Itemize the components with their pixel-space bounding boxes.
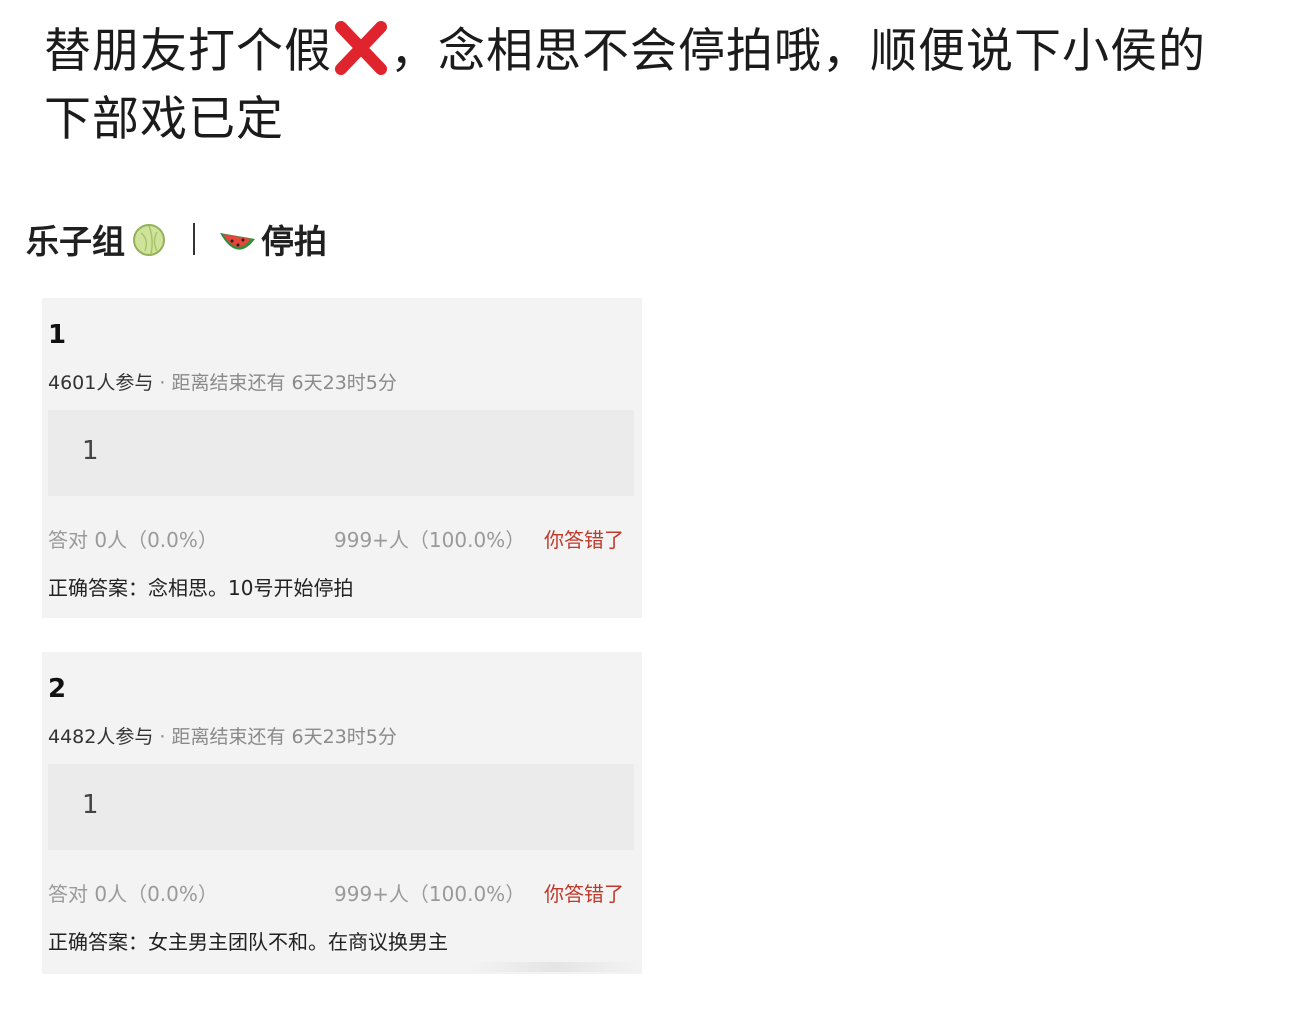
question-meta: 4482人参与 · 距离结束还有 6天23时5分 [48,722,397,749]
question-meta: 4601人参与 · 距离结束还有 6天23时5分 [48,368,397,395]
question-number: 1 [48,320,67,350]
post-text-part-1: 替朋友打个假 [44,24,332,79]
deadline-text: 距离结束还有 6天23时5分 [171,726,397,748]
correct-stat: 答对 0人（0.0%） [48,882,218,906]
quiz-card: 1 4601人参与 · 距离结束还有 6天23时5分 1 答对 0人（0.0%）… [42,298,642,618]
other-stat: 999+人（100.0%） [334,528,526,552]
answer-option[interactable]: 1 [48,410,634,496]
melon-icon [133,224,165,256]
deadline-text: 距离结束还有 6天23时5分 [171,372,397,394]
header-divider [193,223,195,255]
answer-stats: 答对 0人（0.0%） 999+人（100.0%） 你答错了 [48,524,638,553]
watermelon-icon [220,233,255,250]
wrong-result: 你答错了 [544,528,624,552]
post-text: 替朋友打个假 ，念相思不会停拍哦，顺便说下小侯的下部戏已定 [44,18,1244,154]
correct-stat: 答对 0人（0.0%） [48,528,218,552]
participants-count: 4601人参与 [48,372,154,394]
answer-stats: 答对 0人（0.0%） 999+人（100.0%） 你答错了 [48,878,638,907]
correct-answer: 正确答案：念相思。10号开始停拍 [48,576,354,600]
group-name: 乐子组 [26,222,125,261]
watermark [470,962,640,972]
answer-option[interactable]: 1 [48,764,634,850]
question-number: 2 [48,674,67,704]
answer-text: 1 [82,436,99,466]
topic-label: 停拍 [261,222,327,261]
participants-count: 4482人参与 [48,726,154,748]
answer-text: 1 [82,790,99,820]
wrong-result: 你答错了 [544,882,624,906]
correct-answer: 正确答案：女主男主团队不和。在商议换男主 [48,930,448,954]
quiz-card: 2 4482人参与 · 距离结束还有 6天23时5分 1 答对 0人（0.0%）… [42,652,642,974]
quiz-header: 乐子组 停拍 [26,216,327,262]
red-cross-mark-icon [335,21,387,75]
other-stat: 999+人（100.0%） [334,882,526,906]
embedded-screenshot: 乐子组 停拍 1 4601人参与 · 距离结束还有 6天23时5分 1 答对 0… [26,188,642,978]
meta-separator: · [153,372,172,394]
meta-separator: · [153,726,172,748]
